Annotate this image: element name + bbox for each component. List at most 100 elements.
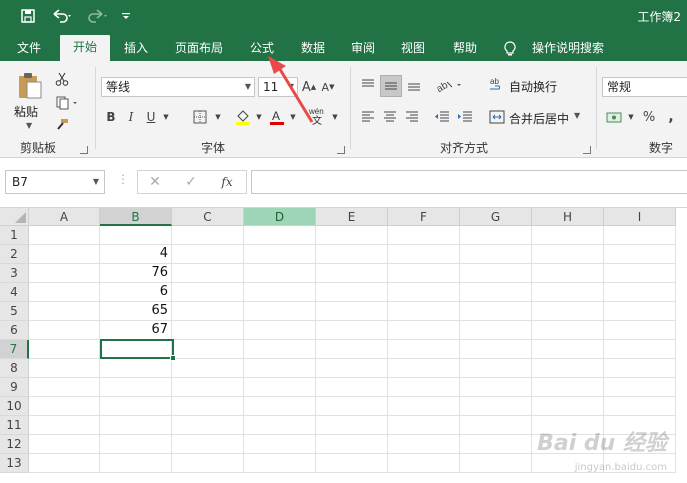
- cell-f1[interactable]: [388, 226, 460, 245]
- cell-b8[interactable]: [100, 359, 172, 378]
- tab-formulas[interactable]: 公式: [238, 37, 286, 61]
- cell-e13[interactable]: [316, 454, 388, 473]
- cell-e3[interactable]: [316, 264, 388, 283]
- phonetic-dropdown-icon[interactable]: ▼: [330, 107, 340, 127]
- cell-i3[interactable]: [604, 264, 676, 283]
- redo-icon[interactable]: [84, 6, 112, 26]
- cell-d11[interactable]: [244, 416, 316, 435]
- row-header-4[interactable]: 4: [0, 283, 29, 302]
- orientation-icon[interactable]: ab: [432, 75, 468, 95]
- fill-handle[interactable]: [170, 355, 176, 361]
- cell-a1[interactable]: [29, 226, 100, 245]
- align-top-icon[interactable]: [358, 75, 378, 95]
- tab-view[interactable]: 视图: [390, 37, 436, 61]
- cell-e2[interactable]: [316, 245, 388, 264]
- resize-handle-icon[interactable]: ⋮: [117, 172, 129, 186]
- bold-icon[interactable]: B: [102, 107, 120, 127]
- cell-b1[interactable]: [100, 226, 172, 245]
- row-header-9[interactable]: 9: [0, 378, 29, 397]
- tab-home[interactable]: 开始: [60, 35, 110, 61]
- cell-b5[interactable]: 65: [100, 302, 172, 321]
- cell-b12[interactable]: [100, 435, 172, 454]
- merge-center-icon[interactable]: [487, 107, 507, 127]
- row-header-7[interactable]: 7: [0, 340, 29, 359]
- cell-h8[interactable]: [532, 359, 604, 378]
- cell-c7[interactable]: [172, 340, 244, 359]
- cell-f11[interactable]: [388, 416, 460, 435]
- cell-g3[interactable]: [460, 264, 532, 283]
- cell-a13[interactable]: [29, 454, 100, 473]
- tab-file[interactable]: 文件: [6, 37, 52, 61]
- cell-a11[interactable]: [29, 416, 100, 435]
- cell-e11[interactable]: [316, 416, 388, 435]
- underline-icon[interactable]: U: [142, 107, 160, 127]
- row-header-3[interactable]: 3: [0, 264, 29, 283]
- cell-d8[interactable]: [244, 359, 316, 378]
- cell-g13[interactable]: [460, 454, 532, 473]
- cell-g8[interactable]: [460, 359, 532, 378]
- column-header-g[interactable]: G: [460, 208, 532, 226]
- cell-d4[interactable]: [244, 283, 316, 302]
- cell-c12[interactable]: [172, 435, 244, 454]
- cell-b10[interactable]: [100, 397, 172, 416]
- align-center-icon[interactable]: [380, 107, 400, 127]
- cell-f3[interactable]: [388, 264, 460, 283]
- wrap-text-icon[interactable]: ab: [487, 75, 507, 95]
- column-header-d[interactable]: D: [244, 208, 316, 226]
- cell-i5[interactable]: [604, 302, 676, 321]
- cell-b11[interactable]: [100, 416, 172, 435]
- row-header-13[interactable]: 13: [0, 454, 29, 473]
- cell-g11[interactable]: [460, 416, 532, 435]
- cell-g5[interactable]: [460, 302, 532, 321]
- cell-a8[interactable]: [29, 359, 100, 378]
- borders-dropdown-icon[interactable]: ▼: [212, 107, 224, 127]
- increase-indent-icon[interactable]: [455, 107, 475, 127]
- cell-i6[interactable]: [604, 321, 676, 340]
- font-size-combo[interactable]: 11 ▼: [258, 77, 298, 97]
- cell-a10[interactable]: [29, 397, 100, 416]
- cell-c10[interactable]: [172, 397, 244, 416]
- alignment-launcher-icon[interactable]: [583, 146, 591, 154]
- cell-g9[interactable]: [460, 378, 532, 397]
- cell-f13[interactable]: [388, 454, 460, 473]
- copy-icon[interactable]: [52, 93, 84, 113]
- cell-f5[interactable]: [388, 302, 460, 321]
- cell-e4[interactable]: [316, 283, 388, 302]
- paste-dropdown-icon[interactable]: ▼: [26, 121, 32, 130]
- decrease-font-icon[interactable]: A ▼: [320, 77, 336, 97]
- cell-c9[interactable]: [172, 378, 244, 397]
- tab-insert[interactable]: 插入: [112, 37, 160, 61]
- underline-dropdown-icon[interactable]: ▼: [160, 107, 172, 127]
- cell-f7[interactable]: [388, 340, 460, 359]
- cell-g12[interactable]: [460, 435, 532, 454]
- cell-c11[interactable]: [172, 416, 244, 435]
- font-name-combo[interactable]: 等线 ▼: [101, 77, 255, 97]
- align-left-icon[interactable]: [358, 107, 378, 127]
- cell-c13[interactable]: [172, 454, 244, 473]
- merge-dropdown-icon[interactable]: ▼: [574, 111, 580, 120]
- cell-e1[interactable]: [316, 226, 388, 245]
- cell-b3[interactable]: 76: [100, 264, 172, 283]
- align-bottom-icon[interactable]: [404, 75, 424, 95]
- cell-d12[interactable]: [244, 435, 316, 454]
- percent-icon[interactable]: %: [640, 107, 658, 127]
- cell-i8[interactable]: [604, 359, 676, 378]
- row-header-6[interactable]: 6: [0, 321, 29, 340]
- cell-h6[interactable]: [532, 321, 604, 340]
- cell-e6[interactable]: [316, 321, 388, 340]
- cell-e8[interactable]: [316, 359, 388, 378]
- format-painter-icon[interactable]: [52, 115, 72, 135]
- cell-d5[interactable]: [244, 302, 316, 321]
- cell-e9[interactable]: [316, 378, 388, 397]
- cell-h2[interactable]: [532, 245, 604, 264]
- wrap-text-button[interactable]: 自动换行: [509, 78, 557, 95]
- cell-g10[interactable]: [460, 397, 532, 416]
- tab-help[interactable]: 帮助: [440, 37, 490, 61]
- row-header-10[interactable]: 10: [0, 397, 29, 416]
- column-header-a[interactable]: A: [29, 208, 100, 226]
- cell-g2[interactable]: [460, 245, 532, 264]
- font-launcher-icon[interactable]: [337, 146, 345, 154]
- cell-c2[interactable]: [172, 245, 244, 264]
- cell-i7[interactable]: [604, 340, 676, 359]
- decrease-indent-icon[interactable]: [432, 107, 452, 127]
